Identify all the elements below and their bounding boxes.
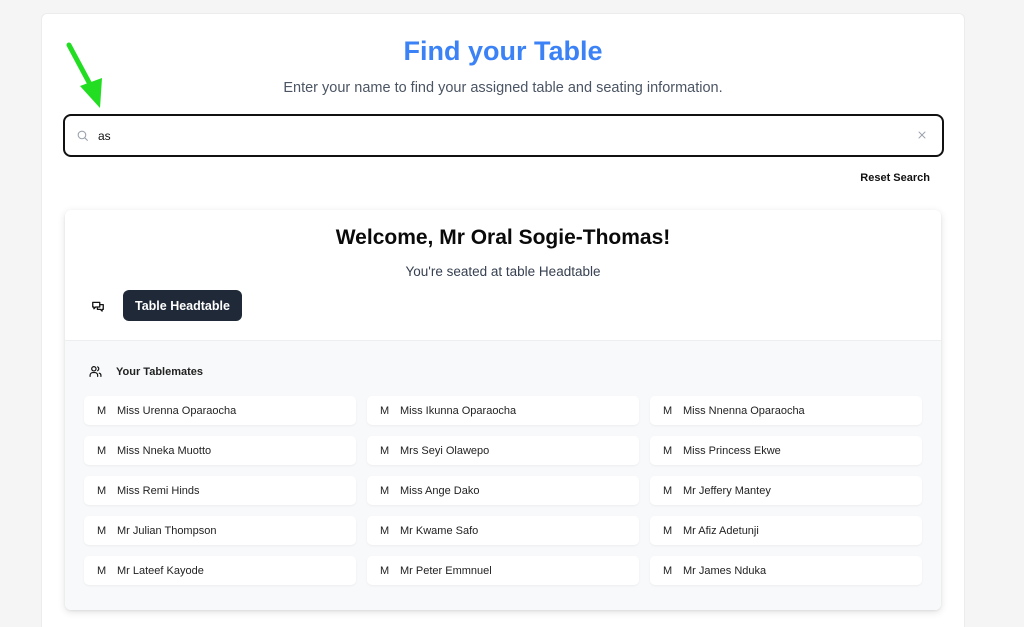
people-icon <box>89 365 102 378</box>
tablemate-name: Mr James Nduka <box>683 564 767 577</box>
tablemate-item: M Miss Nnenna Oparaocha <box>650 396 922 425</box>
tablemate-item: M Mr Julian Thompson <box>84 516 356 545</box>
tablemate-initial: M <box>380 444 390 457</box>
tablemate-initial: M <box>97 524 107 537</box>
tablemate-item: M Mr Lateef Kayode <box>84 556 356 585</box>
tablemate-name: Miss Nneka Muotto <box>117 444 212 457</box>
tablemate-item: M Miss Urenna Oparaocha <box>84 396 356 425</box>
tablemate-name: Mr Julian Thompson <box>117 524 217 537</box>
tablemate-initial: M <box>663 524 673 537</box>
annotation-arrow-icon <box>66 42 102 108</box>
tablemate-name: Mr Jeffery Mantey <box>683 484 771 497</box>
tablemate-name: Mr Lateef Kayode <box>117 564 204 577</box>
tablemate-item: M Miss Ikunna Oparaocha <box>367 396 639 425</box>
tablemates-heading: Your Tablemates <box>116 365 204 378</box>
seated-text: You're seated at table Headtable <box>405 264 601 279</box>
tablemate-name: Miss Princess Ekwe <box>683 444 781 457</box>
tablemates-section: Your Tablemates M Miss Urenna Oparaocha M M… <box>65 340 941 610</box>
tablemate-initial: M <box>97 484 107 497</box>
page-container: Find your Table Enter your name to find … <box>41 13 965 627</box>
tablemate-initial: M <box>380 404 390 417</box>
tablemate-initial: M <box>97 404 107 417</box>
search-icon <box>76 129 90 143</box>
tablemate-item: M Miss Ange Dako <box>367 476 639 505</box>
result-card: Welcome, Mr Oral Sogie-Thomas! You're se… <box>65 210 941 610</box>
tablemates-header: Your Tablemates <box>89 365 203 378</box>
tablemate-name: Miss Nnenna Oparaocha <box>683 404 805 417</box>
tablemate-initial: M <box>97 564 107 577</box>
tablemate-initial: M <box>97 444 107 457</box>
tablemate-name: Mr Peter Emmnuel <box>400 564 492 577</box>
tablemate-initial: M <box>380 484 390 497</box>
chat-icon <box>91 300 105 314</box>
tablemate-item: M Mr Afiz Adetunji <box>650 516 922 545</box>
tablemate-initial: M <box>380 524 390 537</box>
tablemate-name: Miss Ikunna Oparaocha <box>400 404 517 417</box>
tablemate-name: Miss Remi Hinds <box>117 484 200 497</box>
tablemate-item: M Mr Peter Emmnuel <box>367 556 639 585</box>
clear-icon[interactable] <box>916 129 930 143</box>
table-button[interactable]: Table Headtable <box>123 290 242 321</box>
tablemate-initial: M <box>380 564 390 577</box>
tablemates-grid: M Miss Urenna Oparaocha M Miss Ikunna Opara… <box>84 396 922 585</box>
welcome-heading: Welcome, Mr Oral Sogie-Thomas! <box>335 226 671 249</box>
tablemate-name: Miss Ange Dako <box>400 484 480 497</box>
reset-search-button[interactable]: Reset Search <box>860 172 930 184</box>
tablemate-name: Miss Urenna Oparaocha <box>117 404 237 417</box>
tablemate-name: Mrs Seyi Olawepo <box>400 444 490 457</box>
tablemate-initial: M <box>663 564 673 577</box>
tablemate-item: M Miss Remi Hinds <box>84 476 356 505</box>
search-box[interactable] <box>63 114 944 157</box>
tablemate-item: M Mr James Nduka <box>650 556 922 585</box>
page-title: Find your Table <box>403 36 603 66</box>
tablemate-initial: M <box>663 484 673 497</box>
tablemate-item: M Mr Jeffery Mantey <box>650 476 922 505</box>
tablemate-initial: M <box>663 444 673 457</box>
tablemate-item: M Mrs Seyi Olawepo <box>367 436 639 465</box>
tablemate-initial: M <box>663 404 673 417</box>
tablemate-item: M Miss Nneka Muotto <box>84 436 356 465</box>
tablemate-name: Mr Afiz Adetunji <box>683 524 759 537</box>
tablemate-item: M Miss Princess Ekwe <box>650 436 922 465</box>
page-subtitle: Enter your name to find your assigned ta… <box>283 80 723 96</box>
search-input[interactable] <box>98 128 916 143</box>
tablemate-name: Mr Kwame Safo <box>400 524 479 537</box>
tablemate-item: M Mr Kwame Safo <box>367 516 639 545</box>
